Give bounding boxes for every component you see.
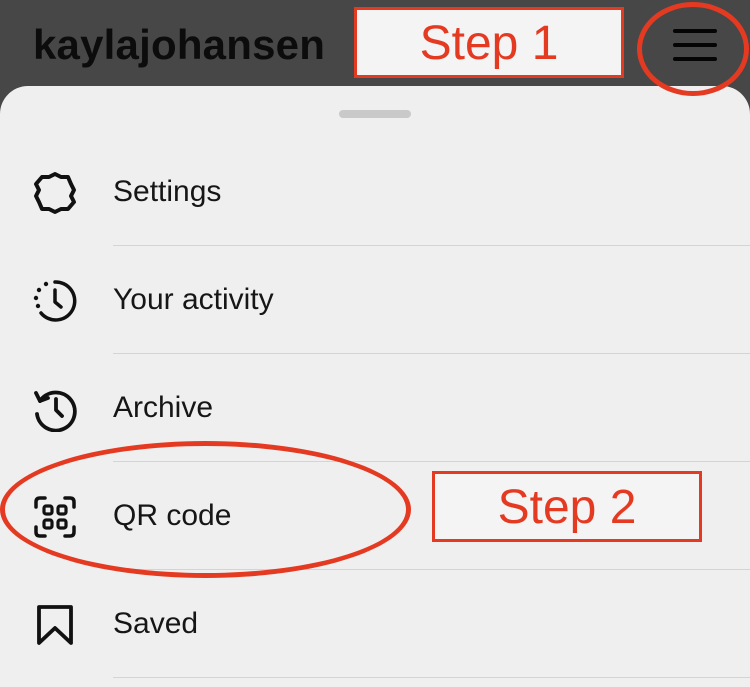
menu-list: Settings Your activity Archive QR code S… (0, 138, 750, 678)
bottom-sheet-menu: Settings Your activity Archive QR code S… (0, 86, 750, 687)
menu-item-archive[interactable]: Archive (0, 354, 750, 462)
activity-clock-icon (32, 278, 78, 324)
menu-item-label: Settings (113, 175, 222, 208)
menu-item-your-activity[interactable]: Your activity (0, 246, 750, 354)
menu-button-highlight-oval (637, 2, 749, 96)
qr-code-highlight-oval (0, 441, 411, 578)
menu-item-label: Archive (113, 391, 214, 424)
profile-username: kaylajohansen (33, 21, 326, 68)
menu-item-settings[interactable]: Settings (0, 138, 750, 246)
bookmark-icon (32, 602, 78, 648)
settings-gear-icon (32, 170, 78, 216)
step-2-annotation: Step 2 (432, 471, 702, 542)
sheet-grabber-handle[interactable] (339, 110, 411, 118)
step-1-annotation: Step 1 (354, 7, 624, 78)
instagram-profile-screen: kaylajohansen Settings Your activity Arc… (0, 0, 750, 687)
menu-divider (113, 677, 750, 678)
archive-history-icon (32, 386, 78, 432)
menu-item-label: Saved (113, 607, 199, 640)
menu-item-label: Your activity (113, 283, 274, 316)
menu-item-saved[interactable]: Saved (0, 570, 750, 678)
